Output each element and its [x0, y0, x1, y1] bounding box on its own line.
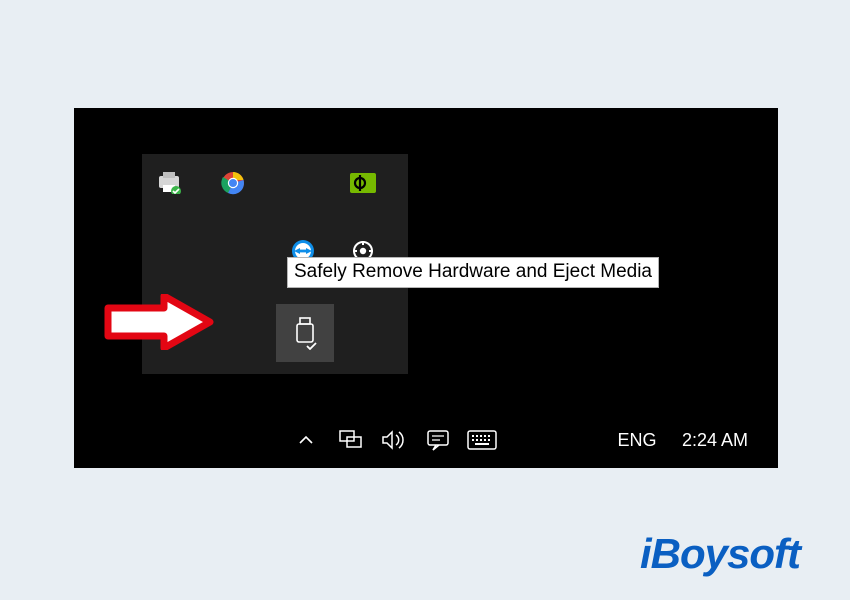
taskbar-system-icons: [284, 412, 504, 468]
taskbar: ENG 2:24 AM: [74, 412, 778, 468]
nvidia-icon: [350, 173, 376, 193]
usb-eject-icon: [292, 316, 318, 350]
brand-watermark: iBoysoft: [640, 530, 800, 578]
keyboard-icon: [467, 430, 497, 450]
network-icon-button[interactable]: [328, 412, 372, 468]
tray-icon-printer[interactable]: [154, 168, 184, 198]
action-center-icon: [426, 429, 450, 451]
screenshot-stage: Safely Remove Hardware and Eject Media: [74, 108, 778, 468]
annotation-arrow: [104, 294, 214, 350]
volume-icon: [381, 429, 407, 451]
tray-icon-nvidia[interactable]: [348, 168, 378, 198]
volume-icon-button[interactable]: [372, 412, 416, 468]
tooltip-safely-remove: Safely Remove Hardware and Eject Media: [287, 257, 659, 288]
network-icon: [337, 429, 363, 451]
show-hidden-icons-button[interactable]: [284, 412, 328, 468]
chevron-up-icon: [297, 431, 315, 449]
taskbar-clock[interactable]: 2:24 AM: [670, 430, 760, 451]
language-indicator[interactable]: ENG: [610, 430, 664, 451]
tray-icon-chrome[interactable]: [218, 168, 248, 198]
touch-keyboard-button[interactable]: [460, 412, 504, 468]
taskbar-right-group: ENG 2:24 AM: [610, 412, 760, 468]
chrome-icon: [221, 171, 245, 195]
printer-icon: [156, 172, 182, 194]
action-center-button[interactable]: [416, 412, 460, 468]
tray-icon-safely-remove[interactable]: [276, 304, 334, 362]
